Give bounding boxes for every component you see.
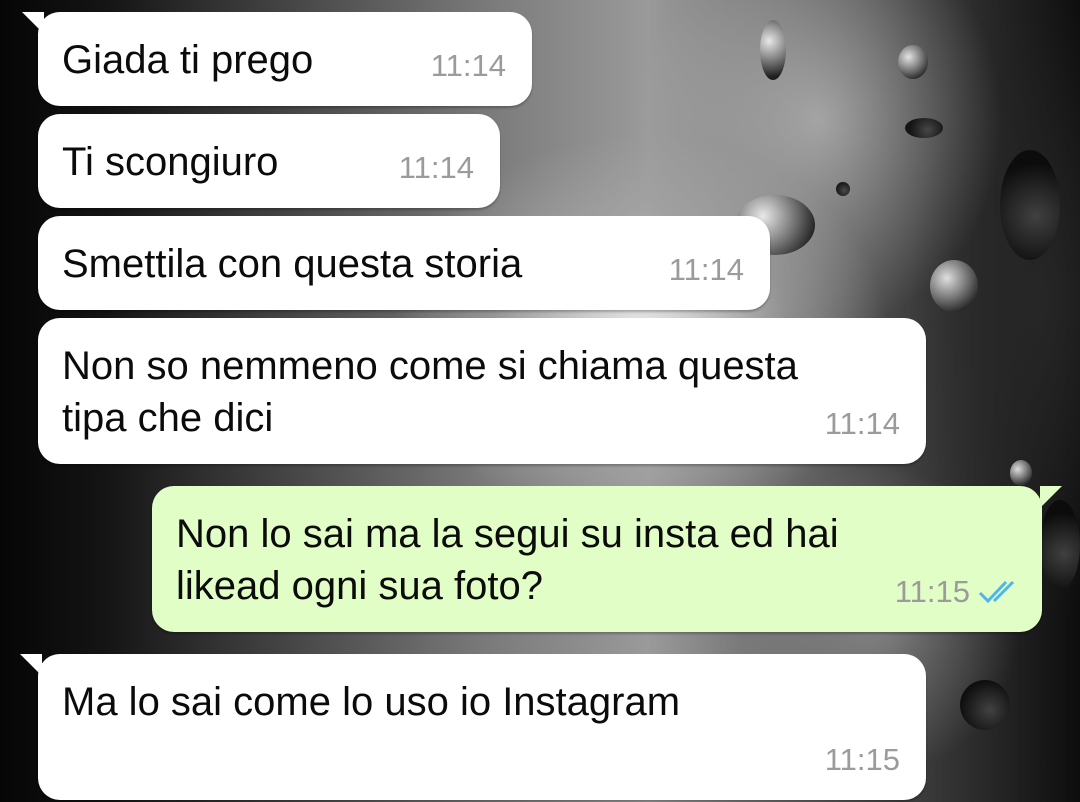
raindrop	[1010, 460, 1032, 486]
outgoing-message[interactable]: Non lo sai ma la segui su insta ed hai l…	[152, 486, 1042, 632]
bubble-tail	[1040, 486, 1062, 508]
incoming-message[interactable]: Ma lo sai come lo uso io Instagram 11:15	[38, 654, 926, 800]
incoming-message[interactable]: Ti scongiuro 11:14	[38, 114, 500, 208]
message-text: Ma lo sai come lo uso io Instagram	[62, 680, 681, 724]
raindrop	[1000, 150, 1060, 260]
raindrop	[960, 680, 1010, 730]
double-check-read-icon	[978, 578, 1022, 606]
incoming-message[interactable]: Non so nemmeno come si chiama questa tip…	[38, 318, 926, 464]
message-timestamp: 11:14	[430, 48, 506, 83]
raindrop	[905, 118, 943, 138]
raindrop	[760, 20, 786, 80]
message-timestamp: 11:14	[824, 406, 900, 441]
raindrop	[1040, 500, 1080, 590]
message-timestamp: 11:14	[398, 150, 474, 185]
message-timestamp: 11:15	[895, 566, 1022, 618]
raindrop	[930, 260, 978, 312]
message-timestamp: 11:15	[824, 742, 900, 777]
message-text: Smettila con questa storia	[62, 242, 523, 286]
incoming-message[interactable]: Giada ti prego 11:14	[38, 12, 532, 106]
message-text: Non lo sai ma la segui su insta ed hai l…	[176, 512, 839, 608]
message-text: Non so nemmeno come si chiama questa tip…	[62, 344, 798, 440]
message-timestamp: 11:14	[668, 252, 744, 287]
raindrop	[898, 45, 928, 79]
incoming-message[interactable]: Smettila con questa storia 11:14	[38, 216, 770, 310]
raindrop	[836, 182, 850, 196]
